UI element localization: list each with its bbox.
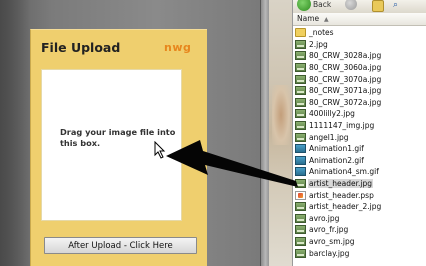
jpg-file-icon [295, 39, 306, 49]
forward-arrow-icon[interactable] [345, 0, 357, 10]
file-list-item[interactable]: barclay.jpg [293, 247, 426, 259]
file-name: 80_CRW_3028a.jpg [309, 51, 382, 61]
file-name: Animation4_sm.gif [309, 167, 379, 177]
file-list-item[interactable]: avro_fr.jpg [293, 224, 426, 236]
background-shadow [0, 0, 30, 266]
file-name: Animation1.gif [309, 144, 364, 154]
file-name: 2.jpg [309, 39, 328, 49]
file-list-item[interactable]: artist_header.psp [293, 189, 426, 201]
file-list-item[interactable]: 80_CRW_3072a.jpg [293, 97, 426, 109]
file-list-item[interactable]: 80_CRW_3070a.jpg [293, 73, 426, 85]
file-list-item[interactable]: avro_sm.jpg [293, 236, 426, 248]
background-photo-face [272, 85, 290, 145]
gif-file-icon [295, 155, 306, 165]
jpg-file-icon [295, 97, 306, 107]
column-header-label: Name [297, 14, 320, 23]
jpg-file-icon [295, 202, 306, 212]
file-name: artist_header_2.jpg [309, 202, 382, 212]
after-upload-button[interactable]: After Upload - Click Here [44, 237, 197, 254]
file-name: angel1.jpg [309, 132, 349, 142]
file-name: 80_CRW_3072a.jpg [309, 97, 382, 107]
file-list-item[interactable]: _notes [293, 27, 426, 39]
file-list-item[interactable]: angel1.jpg [293, 131, 426, 143]
file-name: avro_fr.jpg [309, 225, 349, 235]
file-list-item[interactable]: 80_CRW_3028a.jpg [293, 50, 426, 62]
file-list-item[interactable]: 80_CRW_3060a.jpg [293, 62, 426, 74]
jpg-file-icon [295, 179, 306, 189]
file-list-item[interactable]: 2.jpg [293, 39, 426, 51]
psp-file-icon [295, 190, 306, 200]
file-name: 400lilly2.jpg [309, 109, 355, 119]
search-icon[interactable]: ⌕ [393, 0, 405, 10]
file-name: 80_CRW_3070a.jpg [309, 74, 382, 84]
name-column-header[interactable]: Name ▲ [293, 13, 426, 26]
file-name: _notes [309, 28, 334, 38]
file-upload-panel: File Upload nwg Drag your image file int… [30, 29, 207, 266]
file-list: _notes 2.jpg 80_CRW_3028a.jpg 80_CRW_3060a.… [293, 27, 426, 259]
file-list-item[interactable]: 1111147_img.jpg [293, 120, 426, 132]
jpg-file-icon [295, 121, 306, 131]
back-arrow-icon[interactable] [297, 0, 311, 11]
file-name: artist_header.jpg [308, 179, 374, 189]
file-list-item[interactable]: artist_header.jpg [293, 178, 426, 190]
jpg-file-icon [295, 248, 306, 258]
jpg-file-icon [295, 86, 306, 96]
jpg-file-icon [295, 109, 306, 119]
file-name: avro.jpg [309, 213, 340, 223]
file-name: 1111147_img.jpg [309, 121, 375, 131]
file-explorer-window: Back ⌕ Name ▲ _notes 2.jpg 80_CRW_3028a.jp… [292, 0, 426, 266]
jpg-file-icon [295, 213, 306, 223]
nwg-logo: nwg [164, 41, 192, 54]
gif-file-icon [295, 167, 306, 177]
jpg-file-icon [295, 63, 306, 73]
explorer-toolbar: Back ⌕ [293, 0, 426, 14]
gif-file-icon [295, 144, 306, 154]
folder-up-icon[interactable] [372, 0, 384, 12]
file-name: barclay.jpg [309, 248, 350, 258]
file-list-item[interactable]: 400lilly2.jpg [293, 108, 426, 120]
folder-icon [295, 28, 306, 38]
back-button-label[interactable]: Back [313, 0, 331, 9]
file-name: artist_header.psp [309, 190, 374, 200]
file-list-item[interactable]: artist_header_2.jpg [293, 201, 426, 213]
file-list-item[interactable]: Animation4_sm.gif [293, 166, 426, 178]
panel-title: File Upload [41, 40, 121, 55]
file-list-item[interactable]: avro.jpg [293, 213, 426, 225]
file-name: 80_CRW_3071a.jpg [309, 86, 382, 96]
jpg-file-icon [295, 225, 306, 235]
file-list-item[interactable]: Animation1.gif [293, 143, 426, 155]
file-name: avro_sm.jpg [309, 236, 355, 246]
jpg-file-icon [295, 51, 306, 61]
file-list-item[interactable]: Animation2.gif [293, 155, 426, 167]
jpg-file-icon [295, 74, 306, 84]
mouse-pointer-icon [154, 141, 166, 159]
jpg-file-icon [295, 236, 306, 246]
sort-ascending-icon: ▲ [324, 16, 329, 23]
file-name: Animation2.gif [309, 155, 364, 165]
jpg-file-icon [295, 132, 306, 142]
file-list-item[interactable]: 80_CRW_3071a.jpg [293, 85, 426, 97]
file-name: 80_CRW_3060a.jpg [309, 63, 382, 73]
